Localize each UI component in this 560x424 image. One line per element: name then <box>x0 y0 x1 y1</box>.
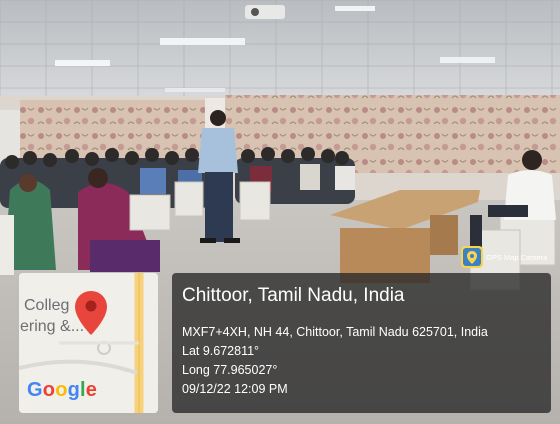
location-longitude: Long 77.965027° <box>182 363 278 377</box>
location-address: MXF7+4XH, NH 44, Chittoor, Tamil Nadu 62… <box>182 325 488 339</box>
google-logo-letter: G <box>27 379 43 401</box>
gps-map-camera-label: GPS Map Camera <box>486 252 548 262</box>
map-card: Colleg ering &... Google <box>19 273 158 413</box>
google-logo: Google <box>27 379 97 402</box>
google-logo-letter: o <box>42 379 56 401</box>
photo-frame: Colleg ering &... Google GPS Map Camera … <box>0 0 560 424</box>
location-latitude: Lat 9.672811° <box>182 344 260 358</box>
map-pin-icon <box>75 291 107 335</box>
google-logo-letter: o <box>55 379 68 401</box>
location-info-panel: Chittoor, Tamil Nadu, India MXF7+4XH, NH… <box>172 273 551 413</box>
google-logo-letter: g <box>67 379 81 401</box>
location-title: Chittoor, Tamil Nadu, India <box>182 285 405 306</box>
gps-map-camera-badge: GPS Map Camera <box>461 246 547 268</box>
map-place-label: Colleg <box>24 297 70 314</box>
gps-map-camera-icon <box>461 246 483 268</box>
location-datetime: 09/12/22 12:09 PM <box>182 382 288 396</box>
google-logo-letter: e <box>85 379 98 401</box>
